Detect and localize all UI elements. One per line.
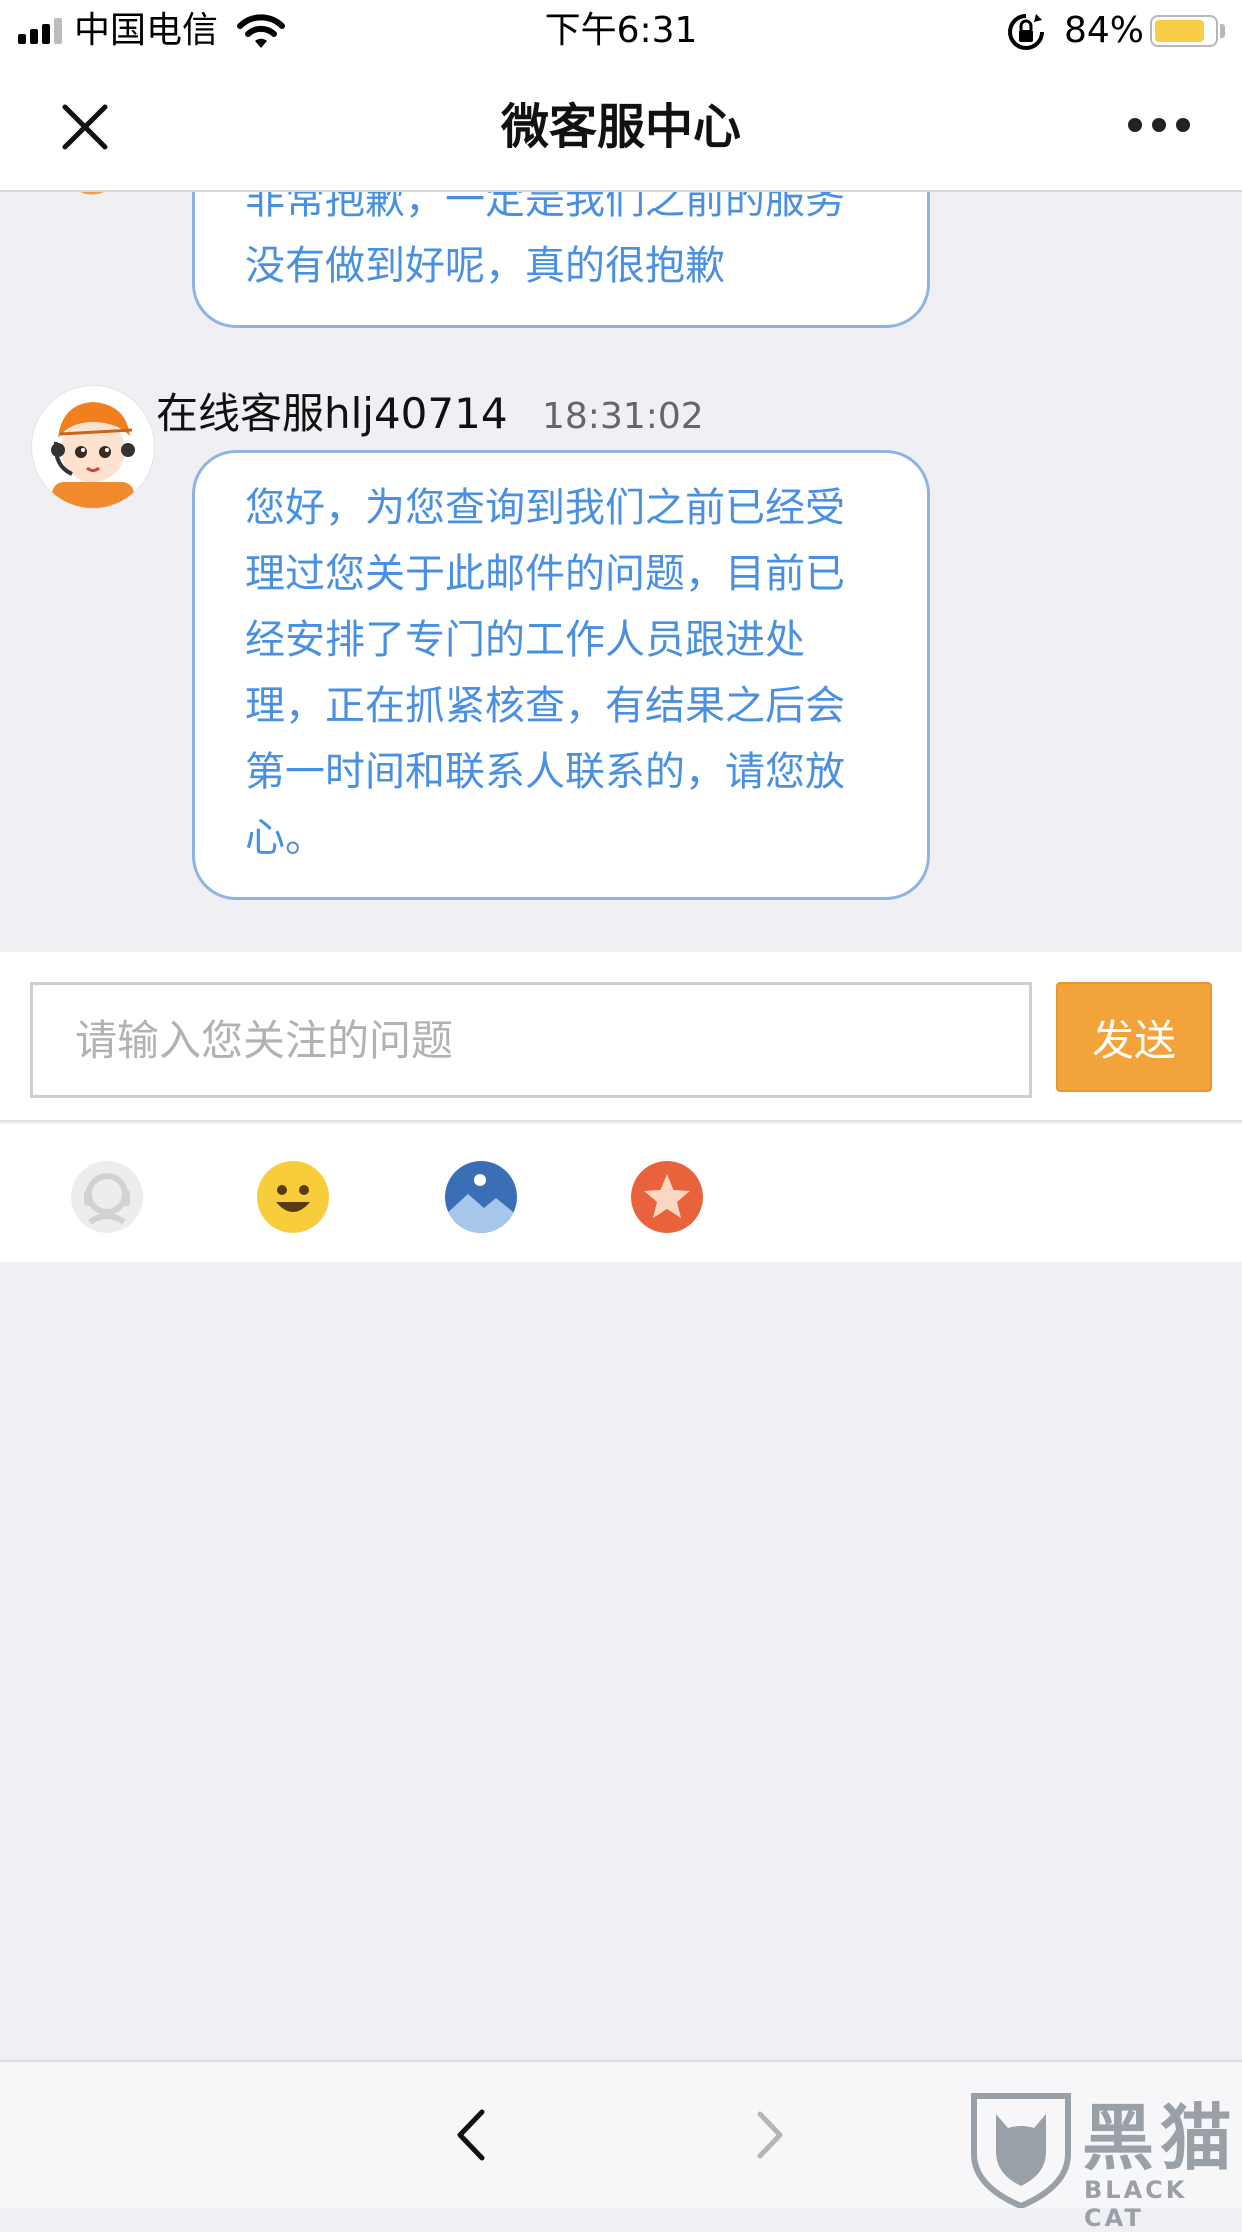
message-line: 理过您关于此邮件的问题，目前已	[245, 551, 845, 597]
battery-icon	[1150, 15, 1218, 47]
message-line: 没有做到好呢，真的很抱歉	[245, 243, 725, 289]
battery-level	[1155, 20, 1204, 42]
agent-icon[interactable]	[70, 1160, 144, 1234]
agent-avatar[interactable]	[32, 386, 154, 508]
chevron-left-icon[interactable]	[456, 2108, 486, 2162]
send-button[interactable]: 发送	[1056, 982, 1212, 1092]
message-time: 18:31:02	[542, 396, 704, 437]
agent-avatar-partial	[80, 192, 104, 195]
message-line: 心。	[245, 815, 325, 861]
toolbar	[0, 1124, 1242, 1262]
message-input-field[interactable]	[30, 982, 1032, 1098]
rotation-lock-icon	[1008, 14, 1044, 50]
message-line: 理，正在抓紧核查，有结果之后会	[245, 683, 845, 729]
emoji-icon[interactable]	[256, 1160, 330, 1234]
wifi-icon	[237, 14, 285, 48]
carrier-name: 中国电信	[74, 10, 219, 51]
message-line: 经安排了专门的工作人员跟进处	[245, 617, 805, 663]
message-bubble: 非常抱歉，一定是我们之前的服务 没有做到好呢，真的很抱歉	[192, 192, 930, 328]
message-line: 第一时间和联系人联系的，请您放	[245, 749, 845, 795]
battery-percent: 84%	[1064, 10, 1145, 51]
watermark-subtext: BLACK CAT	[1084, 2176, 1188, 2232]
battery-tip	[1220, 24, 1225, 38]
message-line: 非常抱歉，一定是我们之前的服务	[245, 192, 845, 223]
message-input[interactable]	[33, 985, 1029, 1095]
chat-area[interactable]: 非常抱歉，一定是我们之前的服务 没有做到好呢，真的很抱歉 您好，为您查询到我们之…	[0, 192, 1242, 952]
message-line: 您好，为您查询到我们之前已经受	[245, 485, 845, 531]
close-icon[interactable]	[60, 102, 110, 152]
star-icon[interactable]	[630, 1160, 704, 1234]
more-icon[interactable]	[1128, 118, 1190, 136]
message-bubble: 您好，为您查询到我们之前已经受 理过您关于此邮件的问题，目前已 经安排了专门的工…	[192, 450, 930, 900]
image-icon[interactable]	[444, 1160, 518, 1234]
nav-bar	[0, 64, 1242, 192]
sender-name: 在线客服hlj40714	[156, 389, 508, 438]
watermark-text: 黑猫	[1082, 2096, 1239, 2180]
signal-strength-icon	[18, 18, 62, 44]
black-cat-logo-icon	[971, 2093, 1071, 2208]
chevron-right-icon[interactable]	[756, 2110, 784, 2160]
